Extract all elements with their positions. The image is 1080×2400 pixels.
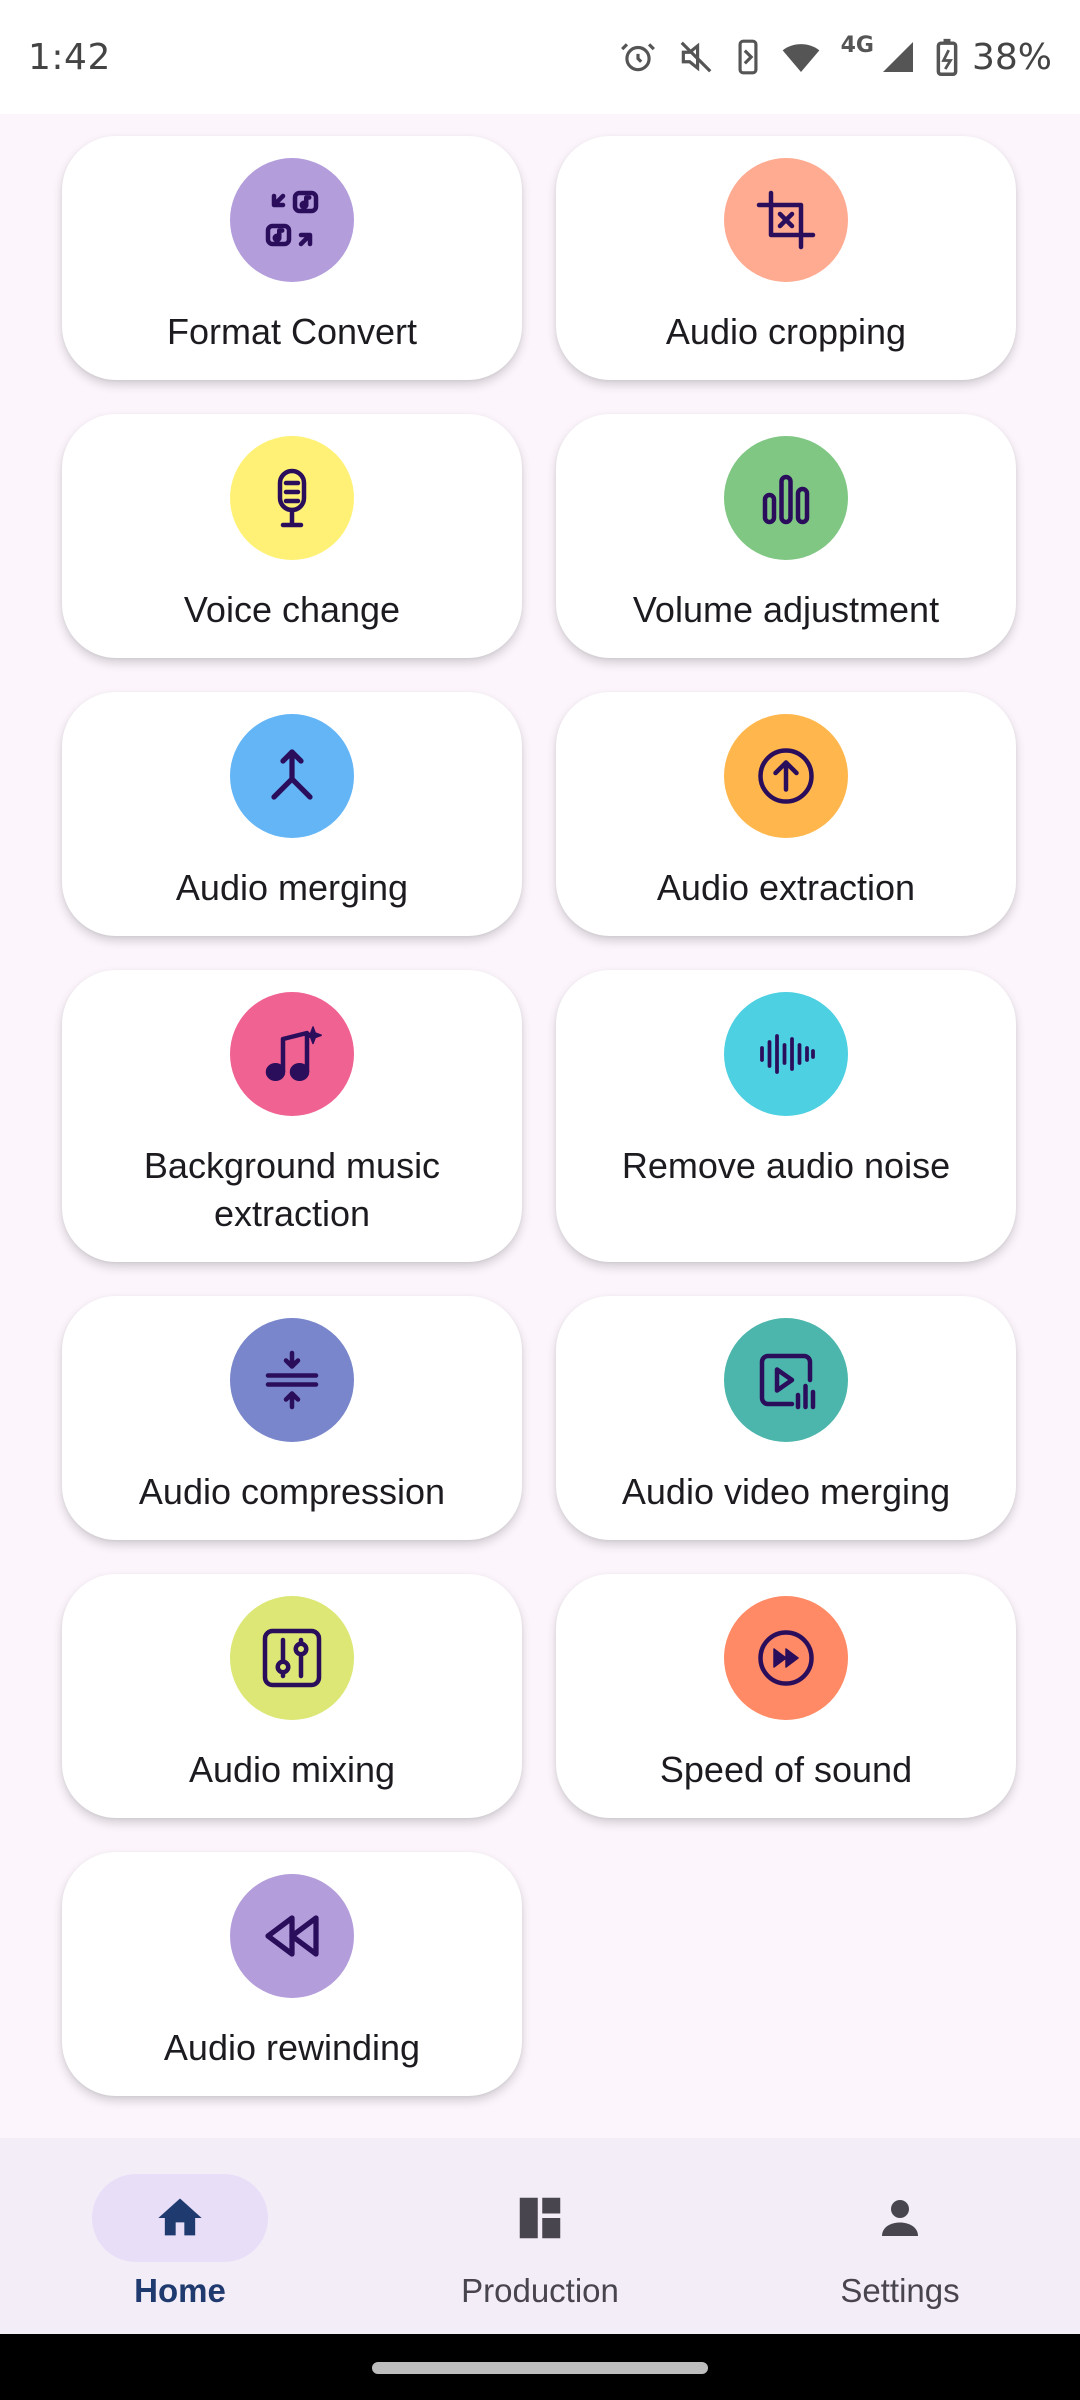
- card-label: Audio cropping: [665, 311, 907, 352]
- video-audio-icon-circle: [724, 1318, 848, 1442]
- signal-icon: [882, 42, 913, 72]
- fast-forward-circle-icon-circle: [724, 1596, 848, 1720]
- mixer-sliders-icon: [262, 1628, 322, 1688]
- status-time: 1:42: [28, 36, 111, 78]
- card-label: Audio rewinding: [163, 2027, 421, 2068]
- gesture-handle[interactable]: [372, 2362, 708, 2374]
- format-convert-icon-circle: [230, 158, 354, 282]
- card-format-convert[interactable]: Format Convert: [62, 136, 522, 380]
- crop-icon: [756, 190, 816, 250]
- format-convert-icon: [265, 190, 319, 247]
- home-icon: [158, 2198, 202, 2236]
- video-audio-icon: [759, 1353, 816, 1410]
- volume-bars-icon-circle: [724, 436, 848, 560]
- card-label: Background music extraction: [143, 1145, 441, 1234]
- upload-circle-icon: [758, 748, 814, 804]
- music-note-sparkle-icon: [265, 1026, 322, 1081]
- nav-home-label: Home: [134, 2272, 226, 2309]
- upload-circle-icon-circle: [724, 714, 848, 838]
- alarm-icon: [620, 43, 655, 72]
- card-label: Audio merging: [175, 867, 409, 908]
- microphone-icon-circle: [230, 436, 354, 560]
- music-note-sparkle-icon-circle: [230, 992, 354, 1116]
- card-label: Audio extraction: [656, 867, 916, 908]
- bottom-navigation: Home Production Settings: [0, 2138, 1080, 2334]
- compress-icon-circle: [230, 1318, 354, 1442]
- merge-icon-circle: [230, 714, 354, 838]
- person-icon: [882, 2200, 918, 2236]
- rewind-icon-circle: [230, 1874, 354, 1998]
- card-audio-cropping[interactable]: Audio cropping: [556, 136, 1016, 380]
- nav-settings[interactable]: Settings: [750, 2138, 1050, 2310]
- microphone-icon: [277, 468, 307, 528]
- network-type: 4G: [840, 32, 874, 58]
- nav-production-indicator: [452, 2174, 628, 2262]
- card-label: Audio compression: [138, 1471, 446, 1512]
- rewind-icon: [265, 1915, 319, 1957]
- feature-grid: Format Convert Audio cropping Voice chan…: [62, 136, 1018, 2096]
- card-remove-audio-noise[interactable]: Remove audio noise: [556, 970, 1016, 1262]
- card-label: Audio mixing: [188, 1749, 396, 1790]
- waveform-icon-circle: [724, 992, 848, 1116]
- system-gesture-area: [0, 2334, 1080, 2400]
- card-audio-mixing[interactable]: Audio mixing: [62, 1574, 522, 1818]
- nfc-icon: [738, 39, 758, 75]
- card-label: Remove audio noise: [621, 1145, 951, 1186]
- nav-home-indicator: [92, 2174, 268, 2262]
- card-label: Format Convert: [166, 311, 418, 352]
- merge-icon: [271, 749, 313, 800]
- card-background-music-extraction[interactable]: Background music extraction: [62, 970, 522, 1262]
- nav-home[interactable]: Home: [30, 2138, 330, 2310]
- waveform-icon: [760, 1034, 815, 1074]
- battery-level: 38%: [971, 36, 1052, 78]
- card-voice-change[interactable]: Voice change: [62, 414, 522, 658]
- fast-forward-circle-icon: [758, 1630, 814, 1686]
- card-volume-adjustment[interactable]: Volume adjustment: [556, 414, 1016, 658]
- card-label: Voice change: [183, 589, 401, 630]
- dashboard-icon: [519, 2197, 561, 2239]
- card-label: Audio video merging: [621, 1471, 951, 1512]
- card-audio-compression[interactable]: Audio compression: [62, 1296, 522, 1540]
- card-label: Speed of sound: [659, 1749, 913, 1790]
- battery-icon: [936, 38, 958, 76]
- status-icons: 4G 38%: [619, 33, 1052, 78]
- card-audio-merging[interactable]: Audio merging: [62, 692, 522, 936]
- card-audio-rewinding[interactable]: Audio rewinding: [62, 1852, 522, 2096]
- card-audio-extraction[interactable]: Audio extraction: [556, 692, 1016, 936]
- mixer-sliders-icon-circle: [230, 1596, 354, 1720]
- nav-settings-indicator: [812, 2174, 988, 2262]
- card-audio-video-merging[interactable]: Audio video merging: [556, 1296, 1016, 1540]
- card-label: Volume adjustment: [632, 589, 940, 630]
- nav-production[interactable]: Production: [390, 2138, 690, 2310]
- nav-production-label: Production: [461, 2272, 619, 2309]
- volume-bars-icon: [762, 474, 810, 525]
- compress-icon: [265, 1350, 319, 1410]
- nav-settings-label: Settings: [840, 2272, 960, 2309]
- crop-icon-circle: [724, 158, 848, 282]
- wifi-icon: [782, 44, 819, 72]
- status-bar: 1:42 4G 38%: [0, 0, 1080, 114]
- mute-icon: [680, 41, 711, 73]
- card-speed-of-sound[interactable]: Speed of sound: [556, 1574, 1016, 1818]
